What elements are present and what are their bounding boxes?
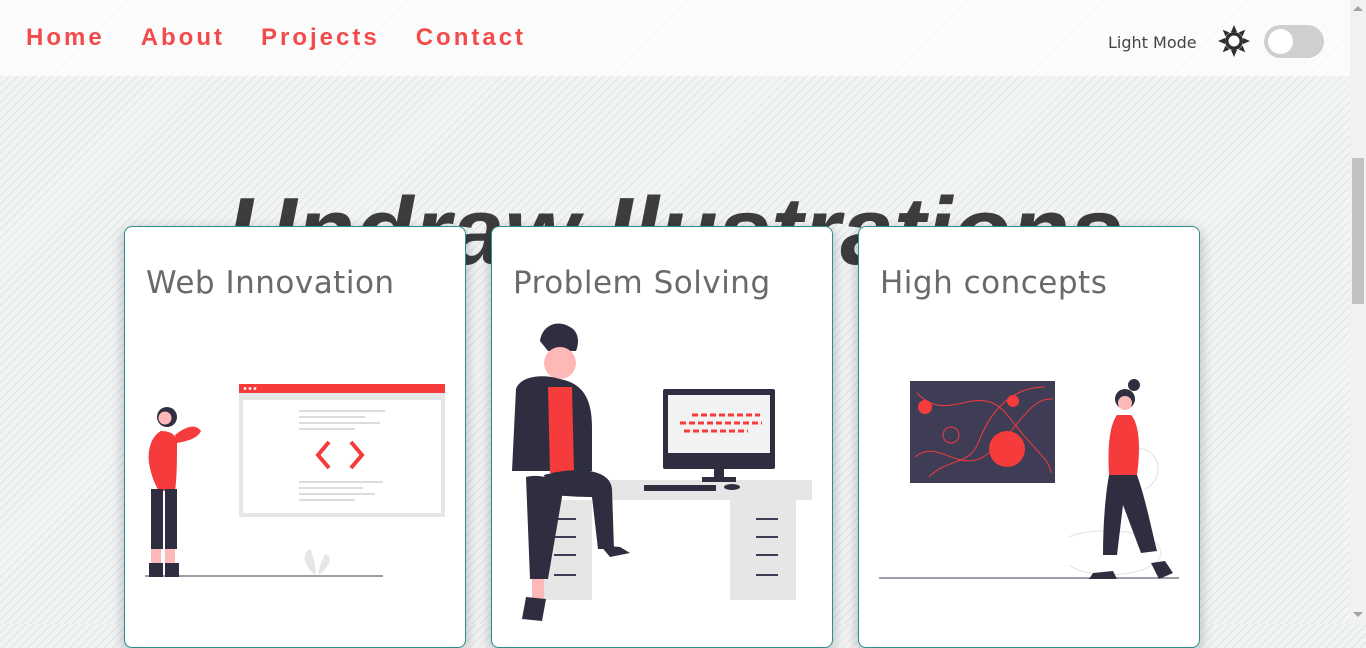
vertical-scrollbar[interactable] — [1350, 0, 1366, 624]
card-high-concepts[interactable]: High concepts — [858, 226, 1200, 648]
nav-link-about[interactable]: About — [141, 24, 225, 52]
card-web-innovation[interactable]: Web Innovation — [124, 226, 466, 648]
scroll-up-arrow-icon[interactable] — [1353, 6, 1363, 11]
nav-link-contact[interactable]: Contact — [416, 24, 526, 52]
theme-toggle-switch[interactable] — [1264, 25, 1324, 58]
scroll-down-arrow-icon[interactable] — [1353, 612, 1363, 617]
nav-link-projects[interactable]: Projects — [261, 24, 380, 52]
nav-link-home[interactable]: Home — [26, 24, 105, 52]
scrollbar-thumb[interactable] — [1352, 158, 1364, 304]
theme-mode-label: Light Mode — [1108, 33, 1197, 52]
top-navbar: Home About Projects Contact Light Mode — [0, 0, 1350, 76]
main-nav: Home About Projects Contact — [26, 24, 526, 52]
problem-solving-illustration — [512, 323, 812, 621]
web-innovation-illustration — [145, 384, 445, 577]
card-problem-solving[interactable]: Problem Solving — [491, 226, 833, 648]
toggle-knob — [1268, 29, 1293, 54]
high-concepts-illustration — [879, 379, 1179, 579]
sun-icon — [1218, 25, 1250, 57]
